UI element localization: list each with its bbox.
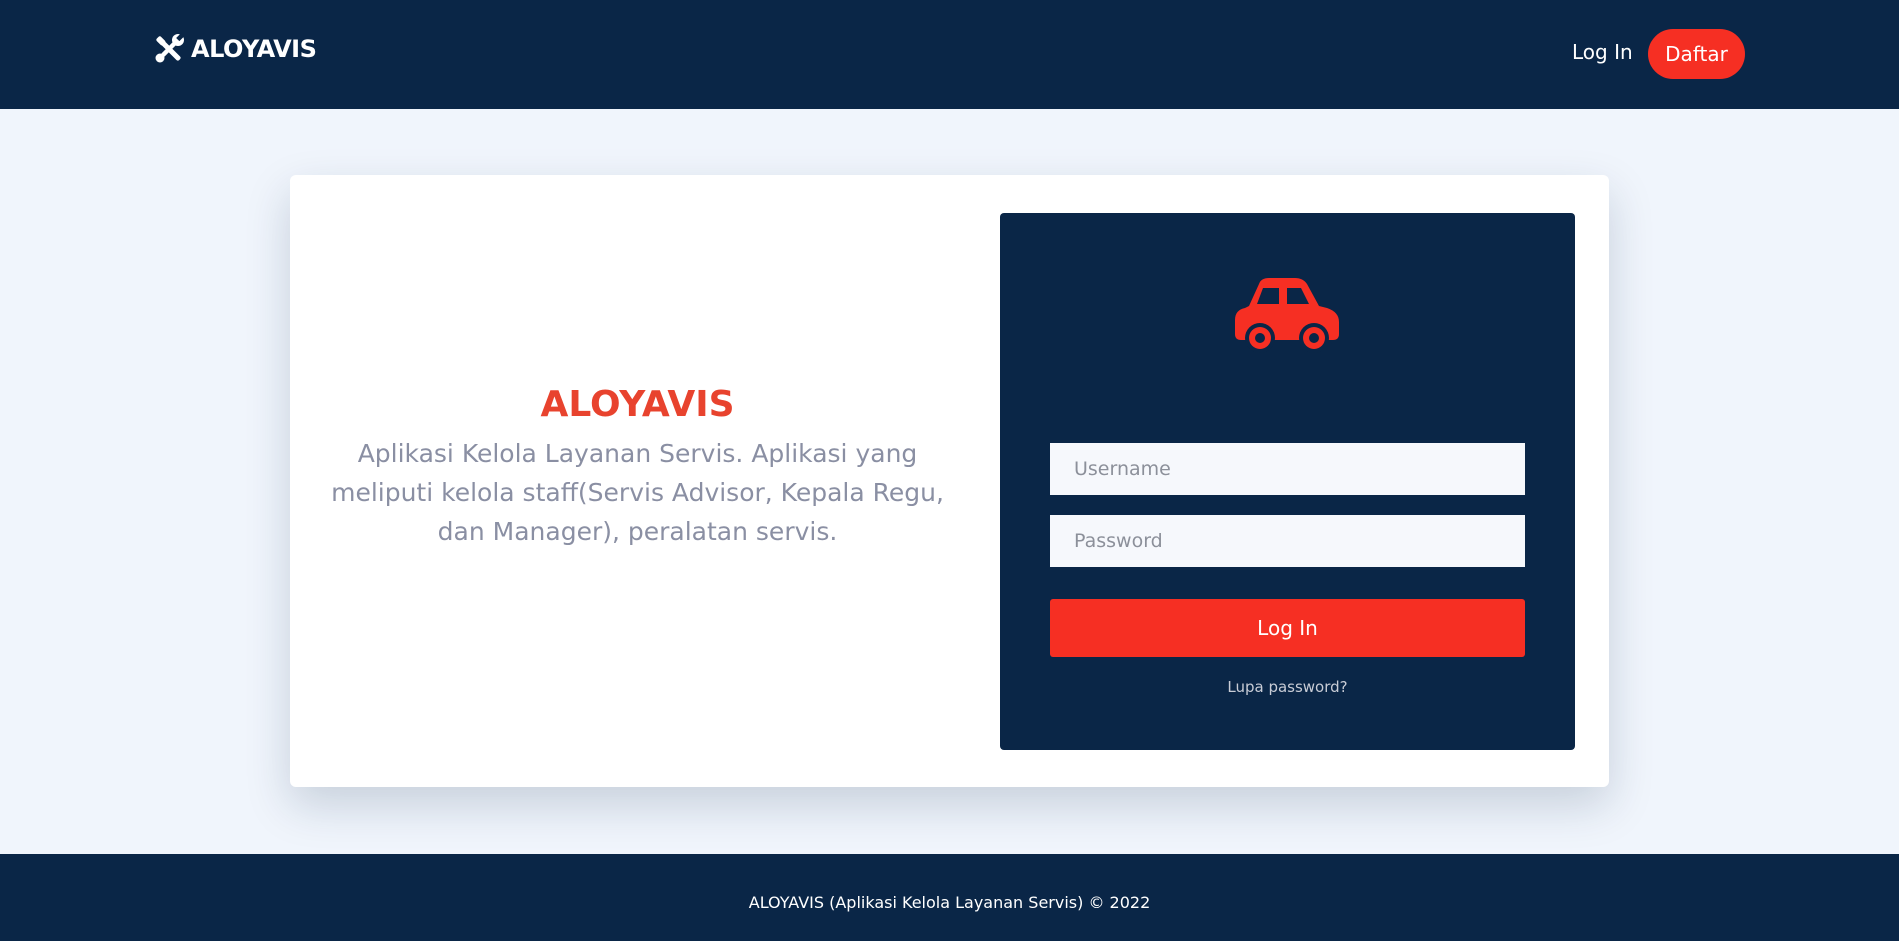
forgot-password-link[interactable]: Lupa password? (1000, 678, 1575, 696)
brand-name: ALOYAVIS (191, 35, 317, 63)
app-description: Aplikasi Kelola Layanan Servis. Aplikasi… (331, 439, 944, 546)
footer-text: ALOYAVIS (Aplikasi Kelola Layanan Servis… (748, 893, 1151, 912)
login-panel: Log In Lupa password? (1000, 213, 1575, 750)
car-icon (1235, 278, 1339, 356)
intro-section: ALOYAVIS Aplikasi Kelola Layanan Servis.… (330, 380, 945, 551)
register-button[interactable]: Daftar (1648, 29, 1745, 79)
login-submit-button[interactable]: Log In (1050, 599, 1525, 657)
brand-link[interactable]: ALOYAVIS (153, 33, 317, 65)
app-title: ALOYAVIS (540, 384, 735, 425)
tools-icon (153, 33, 185, 65)
password-input[interactable] (1050, 515, 1525, 567)
nav-login-link[interactable]: Log In (1572, 40, 1633, 64)
top-navbar: ALOYAVIS Log In Daftar (0, 0, 1899, 109)
username-input[interactable] (1050, 443, 1525, 495)
page-footer: ALOYAVIS (Aplikasi Kelola Layanan Servis… (0, 854, 1899, 941)
